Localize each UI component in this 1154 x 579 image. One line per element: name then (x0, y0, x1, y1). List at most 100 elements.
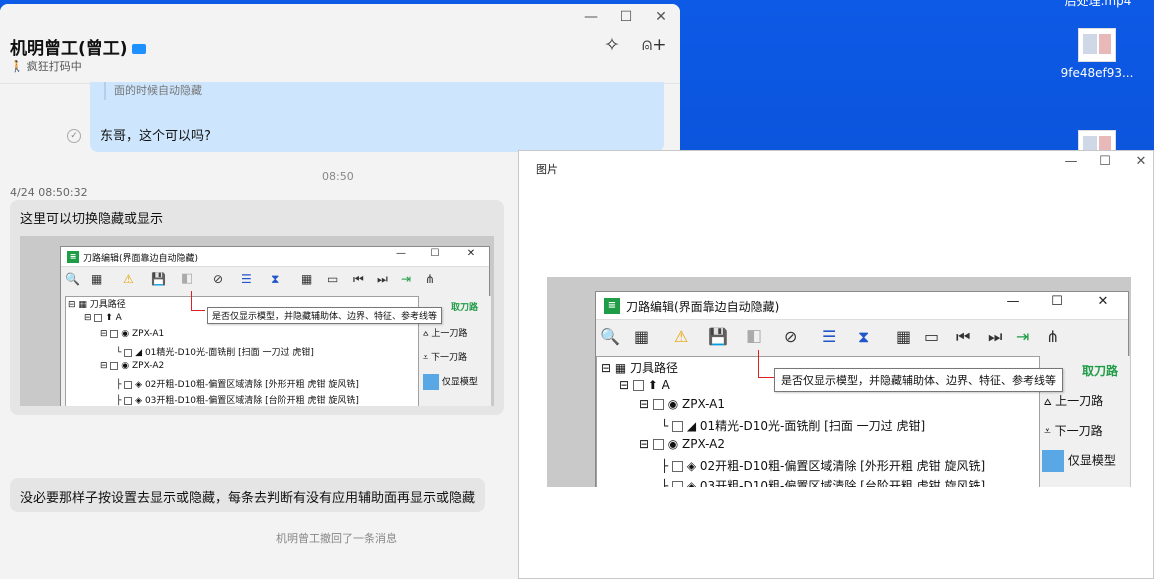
checkbox[interactable] (110, 329, 119, 338)
tree-node[interactable]: ├ ◈ 02开粗-D10粗-偏置区域清除 [外形开粗 虎钳 旋风铣] (661, 457, 985, 474)
add-member-icon[interactable]: ⍝+ (642, 35, 666, 55)
checkbox[interactable] (652, 439, 664, 450)
message-bubble-incoming[interactable]: 这里可以切换隐藏或显示 ≡ 刀路编辑(界面靠边自动隐藏) — ☐ ✕ 🔍 ▦ ⚠… (10, 200, 504, 415)
tool-window-title: 刀路编辑(界面靠边自动隐藏) (83, 254, 199, 264)
tree-node[interactable]: ⊟ ⬆ A (619, 378, 670, 392)
last-icon[interactable]: ⏭ (377, 272, 388, 287)
only-model-button[interactable]: 仅显模型 (1042, 450, 1116, 472)
checkbox[interactable] (672, 461, 684, 472)
checkbox[interactable] (632, 380, 644, 391)
console-icon[interactable]: ▭ (924, 327, 939, 346)
viewer-image[interactable]: ≡ 刀路编辑(界面靠边自动隐藏) — ☐ ✕ 🔍 ▦ ⚠ 💾 ◧ ⊘ ☰ ⧗ ▦… (547, 277, 1131, 487)
search-icon[interactable]: 🔍 (65, 272, 80, 286)
hide-icon[interactable]: ⊘ (213, 272, 223, 286)
grid-icon[interactable]: ▦ (301, 272, 312, 286)
tree-node[interactable]: ⊟ ◉ ZPX-A1 (639, 397, 725, 411)
minimize-button[interactable]: — (574, 6, 608, 28)
calculator-icon[interactable]: ▦ (634, 327, 649, 346)
calculator-icon[interactable]: ▦ (91, 272, 102, 286)
warning-icon[interactable]: ⚠ (123, 272, 134, 286)
checkbox[interactable] (124, 348, 133, 357)
minimize-button[interactable]: — (1000, 294, 1026, 309)
tree-node-label: ZPX-A2 (131, 361, 165, 371)
first-icon[interactable]: ⏮ (353, 272, 364, 287)
side-active-label[interactable]: 取刀路 (1082, 362, 1118, 379)
list-icon[interactable]: ☰ (241, 272, 252, 286)
hourglass-icon[interactable]: ⧗ (858, 327, 869, 347)
tree-node-root[interactable]: ⊟ ▦ 刀具路径 (601, 359, 678, 376)
hide-icon[interactable]: ⊘ (784, 327, 797, 346)
desktop-icon-video[interactable]: 后处理.mp4 (1058, 0, 1138, 9)
message-bubble-incoming[interactable]: 没必要那样子按设置去显示或隐藏，每条去判断有没有应用辅助面再显示或隐藏 (10, 478, 485, 512)
show-model-only-button[interactable]: ◧ (746, 326, 762, 346)
save-icon[interactable]: 💾 (708, 327, 728, 346)
tree-node[interactable]: ⊟ ◉ ZPX-A2 (100, 361, 164, 371)
insert-icon[interactable]: ⇥ (1016, 327, 1029, 346)
tree-node[interactable]: └ ◢ 01精光-D10光-面铣削 [扫面 一刀过 虎钳] (661, 417, 925, 434)
checkbox[interactable] (94, 313, 103, 322)
tree-node[interactable]: ├ ◈ 03开粗-D10粗-偏置区域清除 [台阶开粗 虎钳 旋风铣] (661, 477, 985, 487)
last-icon[interactable]: ⏭ (988, 327, 1002, 347)
list-icon[interactable]: ☰ (822, 327, 836, 346)
toolpath-editor-window: ≡ 刀路编辑(界面靠边自动隐藏) — ☐ ✕ 🔍 ▦ ⚠ 💾 ◧ ⊘ ☰ ⧗ ▦… (595, 291, 1130, 487)
tree-icon[interactable]: ⋔ (1046, 327, 1059, 346)
maximize-button[interactable]: ☐ (1088, 154, 1122, 169)
show-model-only-button[interactable]: ◧ (181, 271, 193, 286)
console-icon[interactable]: ▭ (327, 272, 338, 286)
search-icon[interactable]: 🔍 (600, 327, 620, 346)
checkbox[interactable] (672, 481, 684, 487)
checkbox[interactable] (672, 421, 684, 432)
close-button[interactable]: ✕ (644, 6, 678, 28)
minimize-button[interactable]: — (391, 248, 411, 259)
status-text: 疯狂打码中 (26, 60, 82, 73)
tree-icon[interactable]: ⋔ (425, 272, 435, 286)
tree-node-label: A (115, 313, 122, 323)
prev-toolpath-button[interactable]: ⩟ 上一刀路 (1044, 392, 1103, 409)
cube-icon (423, 374, 439, 390)
message-bubble-outgoing[interactable]: 面的时候自动隐藏 东哥，这个可以吗? (90, 82, 664, 152)
tree-node-label: 03开粗-D10粗-偏置区域清除 [台阶开粗 虎钳 旋风铣] (144, 396, 359, 406)
timestamp: 08:50 (322, 170, 354, 183)
quoted-text: 面的时候自动隐藏 (104, 82, 202, 100)
warning-icon[interactable]: ⚠ (674, 327, 688, 346)
prev-toolpath-button[interactable]: ⩟ 上一刀路 (423, 326, 468, 340)
maximize-button[interactable]: ☐ (425, 248, 445, 259)
checkbox[interactable] (124, 380, 133, 389)
next-icon: ⩡ (423, 352, 429, 363)
maximize-button[interactable]: ☐ (1044, 294, 1070, 309)
close-button[interactable]: ✕ (461, 248, 481, 259)
next-icon: ⩡ (1044, 424, 1051, 438)
checkbox[interactable] (110, 361, 119, 370)
message-image[interactable]: ≡ 刀路编辑(界面靠边自动隐藏) — ☐ ✕ 🔍 ▦ ⚠ 💾 ◧ ⊘ ☰ ⧗ ▦ (20, 236, 494, 406)
only-model-button[interactable]: 仅显模型 (423, 374, 478, 390)
next-toolpath-button[interactable]: ⩡ 下一刀路 (1044, 422, 1103, 439)
prev-label: 上一刀路 (431, 329, 468, 339)
next-toolpath-button[interactable]: ⩡ 下一刀路 (423, 350, 467, 364)
insert-icon[interactable]: ⇥ (401, 272, 411, 286)
first-icon[interactable]: ⏮ (956, 327, 970, 347)
tree-node[interactable]: ⊟ ◉ ZPX-A1 (100, 329, 164, 339)
grid-icon[interactable]: ▦ (896, 327, 911, 346)
minimize-button[interactable]: — (1054, 154, 1088, 169)
close-button[interactable]: ✕ (1124, 154, 1154, 169)
tree-node[interactable]: ├ ◈ 02开粗-D10粗-偏置区域清除 [外形开粗 虎钳 旋风铣] (116, 377, 359, 390)
message-text: 没必要那样子按设置去显示或隐藏，每条去判断有没有应用辅助面再显示或隐藏 (20, 491, 476, 506)
tree-node[interactable]: ├ ◈ 03开粗-D10粗-偏置区域清除 [台阶开粗 虎钳 旋风铣] (116, 393, 359, 406)
save-icon[interactable]: 💾 (151, 272, 166, 286)
read-check-icon: ✓ (67, 129, 81, 143)
desktop-icon-image[interactable]: 9fe48ef93... (1057, 28, 1137, 80)
close-button[interactable]: ✕ (1090, 294, 1116, 309)
side-active-label[interactable]: 取刀路 (451, 300, 478, 313)
chat-title: 机明曾工(曾工) (10, 34, 146, 59)
tree-node-label: 刀具路径 (630, 361, 679, 375)
checkbox[interactable] (124, 396, 133, 405)
tree-node[interactable]: └ ◢ 01精光-D10光-面铣削 [扫面 一刀过 虎钳] (116, 345, 314, 358)
tool-window-titlebar: ≡ 刀路编辑(界面靠边自动隐藏) — ☐ ✕ (596, 292, 1128, 320)
tree-node[interactable]: ⊟ ⬆ A (84, 313, 122, 323)
checkbox[interactable] (652, 399, 664, 410)
sparkle-icon[interactable]: ✧ (604, 34, 620, 56)
tree-node[interactable]: ⊟ ◉ ZPX-A2 (639, 437, 725, 451)
maximize-button[interactable]: ☐ (609, 6, 643, 28)
tree-node-root[interactable]: ⊟ ▦ 刀具路径 (68, 297, 126, 310)
hourglass-icon[interactable]: ⧗ (271, 272, 279, 287)
